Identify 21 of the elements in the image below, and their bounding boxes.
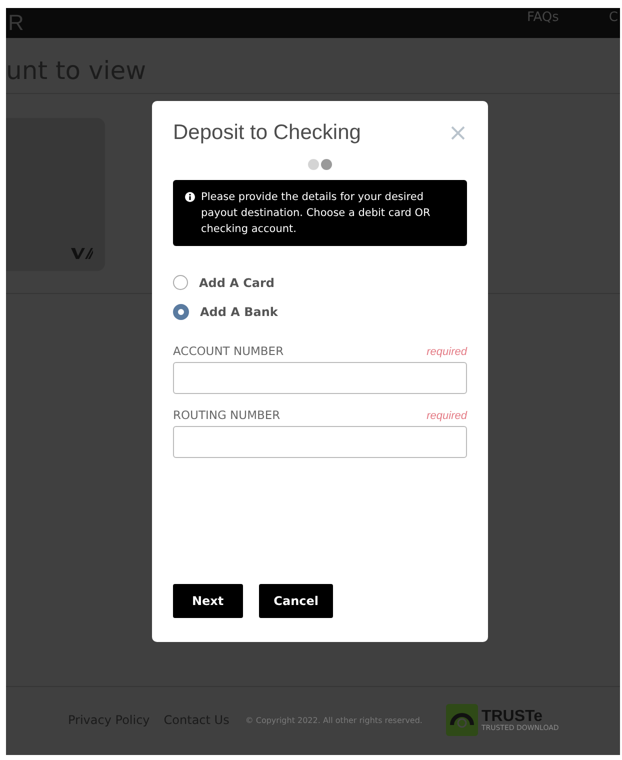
modal-title: Deposit to Checking: [173, 121, 361, 145]
field-label: ROUTING NUMBER: [173, 408, 280, 422]
input-field[interactable]: [173, 362, 467, 394]
close-icon[interactable]: [451, 126, 465, 140]
card-logo-icon: [71, 248, 93, 259]
radio-button[interactable]: [173, 304, 189, 320]
info-text: Please provide the details for your desired payout destination. Choose a debit card OR checking account.: [201, 190, 432, 237]
required-hint: required: [426, 346, 467, 358]
trust-badge-icon: [446, 704, 478, 736]
nav-link[interactable]: C: [608, 10, 618, 24]
radio-button[interactable]: [173, 275, 188, 290]
dialog-button[interactable]: Next: [173, 584, 243, 618]
input-field[interactable]: [173, 426, 467, 458]
required-hint: required: [426, 410, 467, 422]
nav-link[interactable]: FAQs: [526, 10, 559, 24]
dialog-button[interactable]: Cancel: [258, 584, 334, 618]
info-icon: [185, 192, 195, 202]
field-label: ACCOUNT NUMBER: [173, 344, 284, 358]
radio-option[interactable]: Add A Bank: [173, 304, 467, 320]
radio-option[interactable]: Add A Card: [173, 275, 467, 290]
copyright-text: © Copyright 2022. All other rights reserved.: [245, 716, 422, 724]
